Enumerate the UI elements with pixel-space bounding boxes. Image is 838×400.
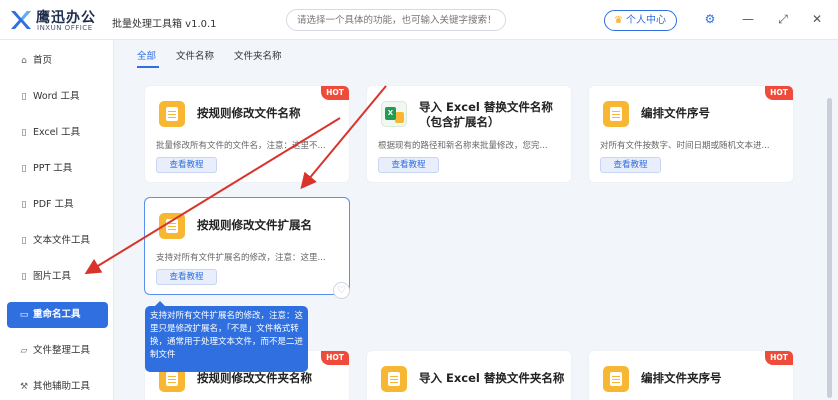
view-tutorial-button[interactable]: 查看教程 xyxy=(156,157,217,173)
user-center-button[interactable]: ♛ 个人中心 xyxy=(604,10,677,31)
view-tutorial-button[interactable]: 查看教程 xyxy=(378,157,439,173)
document-icon xyxy=(381,366,407,392)
sidebar: ⌂ 首页 ▯ Word 工具 ▯ Excel 工具 ▯ PPT 工具 ▯ PDF 工具 ▯… xyxy=(0,40,114,400)
scroll-thumb[interactable] xyxy=(827,98,832,398)
brand-subtitle: INXUN OFFICE xyxy=(37,24,93,32)
card-description: 对所有文件按数字、时间日期或随机文本进... xyxy=(600,141,770,151)
sidebar-item-label: PDF 工具 xyxy=(33,199,74,210)
excel-file-icon: ▯ xyxy=(21,128,27,138)
user-center-label: 个人中心 xyxy=(625,15,666,26)
card-title: 按规则修改文件名称 xyxy=(197,106,301,120)
card-description: 根据现有的路径和新名称来批量修改，您完... xyxy=(378,141,548,151)
tab-folder-name[interactable]: 文件夹名称 xyxy=(234,48,282,62)
active-tab-indicator xyxy=(137,66,159,68)
text-file-icon: ▯ xyxy=(21,236,27,246)
card-title: 按规则修改文件扩展名 xyxy=(197,218,312,232)
sidebar-item-label: 文本文件工具 xyxy=(33,235,91,246)
sidebar-item-label: Excel 工具 xyxy=(33,127,81,138)
document-icon xyxy=(159,213,185,239)
card-title: 按规则修改文件夹名称 xyxy=(197,371,312,385)
settings-gear-icon[interactable]: ⚙ xyxy=(703,12,717,26)
tool-card-rename-extension[interactable]: 按规则修改文件扩展名 支持对所有文件扩展名的修改，注意：这里... 查看教程 xyxy=(144,197,350,295)
restore-icon[interactable]: ⤢ xyxy=(776,12,790,26)
sidebar-item-ppt[interactable]: ▯ PPT 工具 xyxy=(7,156,108,182)
tool-card-number-folders[interactable]: 编排文件夹序号 HOT xyxy=(588,350,794,400)
sidebar-item-home[interactable]: ⌂ 首页 xyxy=(7,48,108,74)
tab-all[interactable]: 全部 xyxy=(137,48,156,62)
app-title: 批量处理工具箱 v1.0.1 xyxy=(112,19,217,30)
tool-card-rename-files[interactable]: 按规则修改文件名称 批量修改所有文件的文件名，注意：这里不... 查看教程 HO… xyxy=(144,85,350,183)
card-title: 编排文件序号 xyxy=(641,106,710,120)
folder-icon: ▱ xyxy=(20,346,28,356)
sidebar-item-pdf[interactable]: ▯ PDF 工具 xyxy=(7,192,108,218)
tool-card-excel-rename-folders[interactable]: 导入 Excel 替换文件夹名称 xyxy=(366,350,572,400)
favorite-heart-icon[interactable]: ♡ xyxy=(333,282,350,299)
card-description: 支持对所有文件扩展名的修改，注意：这里... xyxy=(156,253,326,263)
card-title: 导入 Excel 替换文件夹名称 xyxy=(419,371,565,385)
sidebar-item-word[interactable]: ▯ Word 工具 xyxy=(7,84,108,110)
sidebar-item-text[interactable]: ▯ 文本文件工具 xyxy=(7,228,108,254)
title-bar: 鹰迅办公 INXUN OFFICE 批量处理工具箱 v1.0.1 ♛个人中心 ⚙… xyxy=(0,0,838,40)
sidebar-item-other[interactable]: ⚒ 其他辅助工具 xyxy=(7,374,108,400)
hot-badge: HOT xyxy=(765,86,793,100)
tools-icon: ⚒ xyxy=(19,382,29,392)
home-icon: ⌂ xyxy=(21,56,27,66)
card-title: 导入 Excel 替换文件名称（包含扩展名） xyxy=(419,100,553,129)
sidebar-item-image[interactable]: ▯ 图片工具 xyxy=(7,264,108,290)
excel-icon: X xyxy=(381,101,407,127)
sidebar-item-label: 首页 xyxy=(33,55,53,66)
card-tooltip: 支持对所有文件扩展名的修改，注意：这里只是修改扩展名，「不是」文件格式转换，通常… xyxy=(145,301,308,372)
minimize-icon[interactable]: — xyxy=(741,12,755,26)
sidebar-item-label: 重命名工具 xyxy=(33,309,81,320)
view-tutorial-button[interactable]: 查看教程 xyxy=(156,269,217,285)
sidebar-item-rename[interactable]: ▭ 重命名工具 xyxy=(7,302,108,328)
scrollbar[interactable] xyxy=(822,40,838,400)
document-icon xyxy=(159,101,185,127)
sidebar-item-excel[interactable]: ▯ Excel 工具 xyxy=(7,120,108,146)
rename-icon: ▭ xyxy=(19,310,29,320)
card-description: 批量修改所有文件的文件名，注意：这里不... xyxy=(156,141,326,151)
view-tutorial-button[interactable]: 查看教程 xyxy=(600,157,661,173)
pdf-file-icon: ▯ xyxy=(21,200,27,210)
crown-icon: ♛ xyxy=(614,15,623,26)
sidebar-item-label: 文件整理工具 xyxy=(33,345,91,356)
hot-badge: HOT xyxy=(321,351,349,365)
sidebar-item-label: PPT 工具 xyxy=(33,163,73,174)
sidebar-item-organize[interactable]: ▱ 文件整理工具 xyxy=(7,338,108,364)
tab-file-name[interactable]: 文件名称 xyxy=(176,48,214,62)
document-icon xyxy=(603,101,629,127)
document-icon xyxy=(603,366,629,392)
annotation-arrows xyxy=(84,85,387,275)
app-logo-icon xyxy=(11,11,31,29)
sidebar-item-label: Word 工具 xyxy=(33,91,80,102)
hot-badge: HOT xyxy=(765,351,793,365)
image-file-icon: ▯ xyxy=(21,272,27,282)
card-title: 编排文件夹序号 xyxy=(641,371,722,385)
sidebar-item-label: 其他辅助工具 xyxy=(33,381,91,392)
tool-card-number-files[interactable]: 编排文件序号 对所有文件按数字、时间日期或随机文本进... 查看教程 HOT xyxy=(588,85,794,183)
word-file-icon: ▯ xyxy=(21,92,27,102)
close-icon[interactable]: ✕ xyxy=(810,12,824,26)
tool-card-excel-rename[interactable]: X 导入 Excel 替换文件名称（包含扩展名） 根据现有的路径和新名称来批量修… xyxy=(366,85,572,183)
hot-badge: HOT xyxy=(321,86,349,100)
sidebar-item-label: 图片工具 xyxy=(33,271,72,282)
ppt-file-icon: ▯ xyxy=(21,164,27,174)
search-input[interactable] xyxy=(286,9,506,31)
